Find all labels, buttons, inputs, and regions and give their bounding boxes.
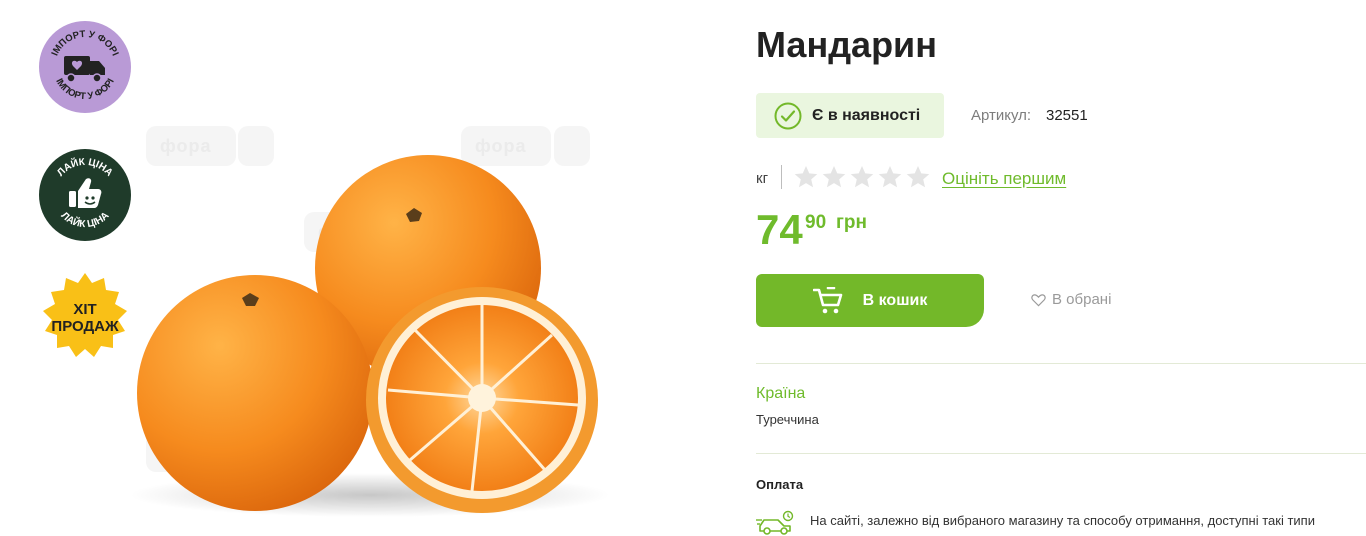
sku-label: Артикул: <box>971 107 1032 124</box>
price-fraction: 90 <box>805 212 827 233</box>
country-value: Туреччина <box>756 412 819 427</box>
star-icon[interactable] <box>793 164 819 190</box>
star-icon[interactable] <box>905 164 931 190</box>
divider <box>781 165 782 189</box>
star-icon[interactable] <box>849 164 875 190</box>
product-title: Мандарин <box>756 24 937 65</box>
add-to-cart-label: В кошик <box>862 291 928 309</box>
product-image[interactable]: фора фора фора фора фора <box>120 110 640 530</box>
badge-hit-sale: ХІТ ПРОДАЖ <box>39 271 131 363</box>
price-integer: 74 <box>756 206 803 253</box>
rate-first-link[interactable]: Оцініть першим <box>942 169 1066 189</box>
car-delivery-icon <box>756 510 794 535</box>
check-circle-icon <box>774 102 802 129</box>
mandarin-photo <box>130 155 610 517</box>
unit-label: кг <box>756 170 769 187</box>
payment-text: На сайті, залежно від вибраного магазину… <box>810 513 1315 528</box>
rating-stars[interactable] <box>793 164 931 190</box>
badge-import: ІМПОРТ У ФОРІ ІМПОРТ У ФОРІ <box>39 21 131 113</box>
add-to-cart-button[interactable]: В кошик <box>756 274 984 327</box>
payment-title: Оплата <box>756 477 804 492</box>
add-to-favorites-button[interactable]: В обрані <box>1031 291 1111 308</box>
star-icon[interactable] <box>877 164 903 190</box>
favorites-label: В обрані <box>1052 291 1112 308</box>
price: 74 90 грн <box>756 206 867 254</box>
stock-status-text: Є в наявності <box>812 106 921 124</box>
country-label: Країна <box>756 385 806 402</box>
badge-hit-line2: ПРОДАЖ <box>51 318 119 335</box>
stock-status-badge: Є в наявності <box>756 93 944 138</box>
section-divider <box>756 453 1366 454</box>
sku-value: 32551 <box>1046 107 1088 124</box>
star-icon[interactable] <box>821 164 847 190</box>
badge-hit-line1: ХІТ <box>73 301 96 318</box>
price-currency: грн <box>836 212 867 233</box>
heart-icon <box>1031 293 1046 306</box>
section-divider <box>756 363 1366 364</box>
badge-like-price: ЛАЙК ЦІНА ЛАЙК ЦІНА <box>39 149 131 241</box>
cart-icon <box>812 286 842 313</box>
